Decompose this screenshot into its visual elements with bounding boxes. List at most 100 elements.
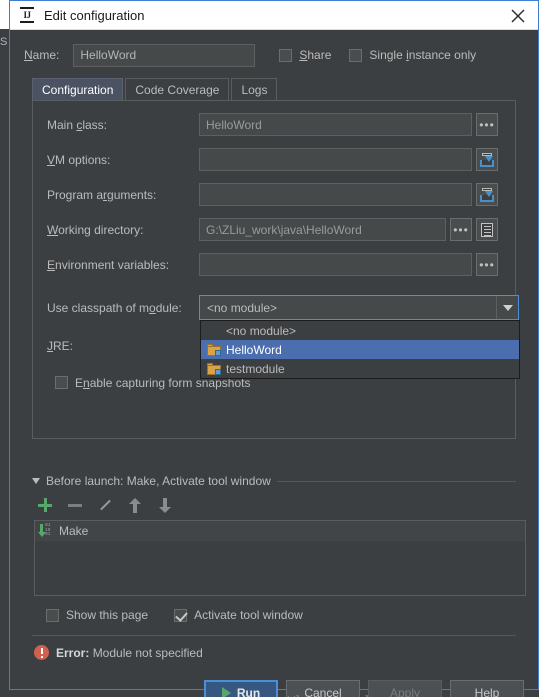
- move-down-button[interactable]: [156, 496, 174, 514]
- main-class-input[interactable]: [199, 113, 472, 136]
- error-message: Error: Module not specified: [34, 645, 203, 660]
- name-row: Name: Share Single instance only: [10, 30, 538, 68]
- working-directory-macros-button[interactable]: [476, 218, 498, 241]
- add-button[interactable]: [36, 496, 54, 514]
- collapse-triangle-icon[interactable]: [32, 478, 40, 484]
- single-instance-checkbox-box: [349, 48, 363, 62]
- show-this-page-checkbox-box: [46, 608, 59, 622]
- before-launch-toolbar: [36, 496, 174, 514]
- share-checkbox-box: [279, 48, 293, 62]
- activate-tool-window-label: Activate tool window: [194, 608, 303, 622]
- main-class-browse-button[interactable]: •••: [476, 113, 498, 136]
- list-icon: [481, 222, 493, 237]
- ide-background-sliver: S: [0, 0, 9, 697]
- program-arguments-row: Program arguments:: [47, 183, 498, 206]
- before-launch-checkboxes: Show this page Activate tool window: [46, 608, 303, 622]
- enable-capturing-checkbox-box: [55, 376, 68, 389]
- ellipsis-icon: •••: [479, 117, 495, 132]
- apply-button: Apply: [368, 680, 442, 697]
- expand-icon: [480, 187, 494, 202]
- screenshot-root: S IJ Edit configuration Name: HelloWord …: [0, 0, 539, 697]
- module-folder-icon: [207, 343, 221, 356]
- intellij-logo-text: IJ: [23, 10, 31, 20]
- remove-button[interactable]: [66, 496, 84, 514]
- run-button[interactable]: Run: [204, 680, 278, 697]
- use-classpath-value: <no module>: [207, 300, 278, 315]
- ellipsis-icon: •••: [479, 257, 495, 272]
- before-launch-header: Before launch: Make, Activate tool windo…: [32, 474, 516, 488]
- single-instance-label: Single instance only: [369, 48, 477, 62]
- cancel-button[interactable]: Cancel: [286, 680, 360, 697]
- vm-options-input[interactable]: [199, 148, 472, 171]
- jre-row: JRE:: [47, 334, 199, 357]
- use-classpath-label: Use classpath of module:: [47, 300, 182, 315]
- dialog-body: Name: Share Single instance only Configu…: [10, 30, 538, 697]
- minus-icon: [68, 503, 82, 507]
- dialog-titlebar: IJ Edit configuration: [10, 1, 538, 30]
- make-icon: 01 10 01: [45, 523, 51, 537]
- tab-bar: Configuration Code Coverage Logs: [10, 76, 538, 100]
- plus-icon: [38, 498, 52, 512]
- dropdown-option-testmodule[interactable]: testmodule: [201, 359, 519, 378]
- tab-code-coverage[interactable]: Code Coverage: [125, 78, 230, 100]
- working-directory-label: Working directory:: [47, 222, 144, 237]
- activate-tool-window-checkbox[interactable]: Activate tool window: [174, 608, 303, 622]
- use-classpath-combobox[interactable]: <no module>: [199, 295, 519, 320]
- error-detail: Module not specified: [92, 645, 203, 660]
- program-arguments-input[interactable]: [199, 183, 472, 206]
- list-item[interactable]: 01 10 01 Make: [35, 521, 525, 541]
- top-checkboxes: Share Single instance only: [279, 48, 476, 62]
- name-label: Name:: [24, 48, 60, 62]
- dropdown-option-label: HelloWord: [226, 342, 282, 357]
- before-launch-list[interactable]: 01 10 01 Make: [34, 520, 526, 596]
- tab-logs[interactable]: Logs: [231, 78, 278, 100]
- intellij-logo-icon: IJ: [19, 7, 35, 23]
- chevron-down-icon[interactable]: [496, 296, 518, 319]
- vm-options-expand-button[interactable]: [476, 148, 498, 171]
- error-text: Error: Module not specified: [56, 646, 203, 660]
- before-launch-title: Before launch: Make, Activate tool windo…: [46, 474, 271, 488]
- working-directory-browse-button[interactable]: •••: [450, 218, 472, 241]
- configuration-panel: Main class: ••• VM options:: [32, 100, 520, 439]
- working-directory-row: Working directory: •••: [47, 218, 498, 241]
- main-class-label: Main class:: [47, 117, 108, 132]
- share-label: Share: [299, 48, 332, 62]
- share-checkbox[interactable]: Share: [279, 48, 331, 62]
- main-class-row: Main class: •••: [47, 113, 498, 136]
- vm-options-row: VM options:: [47, 148, 498, 171]
- expand-icon: [480, 152, 494, 167]
- ellipsis-icon: •••: [453, 222, 469, 237]
- show-this-page-checkbox[interactable]: Show this page: [46, 608, 148, 622]
- environment-variables-browse-button[interactable]: •••: [476, 253, 498, 276]
- dropdown-option-helloword[interactable]: HelloWord: [201, 340, 519, 359]
- pencil-icon: [98, 498, 112, 512]
- edit-configuration-dialog: IJ Edit configuration Name: Sha: [9, 0, 539, 697]
- name-input[interactable]: [73, 43, 256, 67]
- module-folder-icon: [207, 362, 221, 375]
- show-this-page-label: Show this page: [66, 608, 149, 622]
- error-icon: [34, 645, 49, 660]
- dialog-title: Edit configuration: [44, 7, 145, 23]
- help-button[interactable]: Help: [450, 680, 524, 697]
- single-instance-checkbox[interactable]: Single instance only: [349, 48, 476, 62]
- arrow-up-icon: [129, 497, 141, 513]
- environment-variables-row: Environment variables: •••: [47, 253, 498, 276]
- dialog-button-row: Run Cancel Apply Help: [204, 680, 524, 697]
- use-classpath-dropdown-list[interactable]: <no module> HelloWord testmodule: [200, 320, 520, 379]
- program-arguments-expand-button[interactable]: [476, 183, 498, 206]
- tab-configuration[interactable]: Configuration: [32, 78, 124, 100]
- close-icon[interactable]: [507, 5, 529, 27]
- jre-label: JRE:: [47, 338, 74, 353]
- environment-variables-label: Environment variables:: [47, 257, 170, 272]
- activate-tool-window-checkbox-box: [174, 608, 188, 622]
- move-up-button[interactable]: [126, 496, 144, 514]
- arrow-down-icon: [159, 497, 171, 513]
- edit-button[interactable]: [96, 496, 114, 514]
- dropdown-option-no-module[interactable]: <no module>: [201, 321, 519, 340]
- background-edge-text: S: [0, 36, 8, 48]
- working-directory-input[interactable]: [199, 218, 446, 241]
- dropdown-option-label: <no module>: [226, 323, 297, 338]
- run-button-label: Run: [236, 686, 261, 697]
- environment-variables-input[interactable]: [199, 253, 472, 276]
- background-top-strip: [0, 0, 9, 29]
